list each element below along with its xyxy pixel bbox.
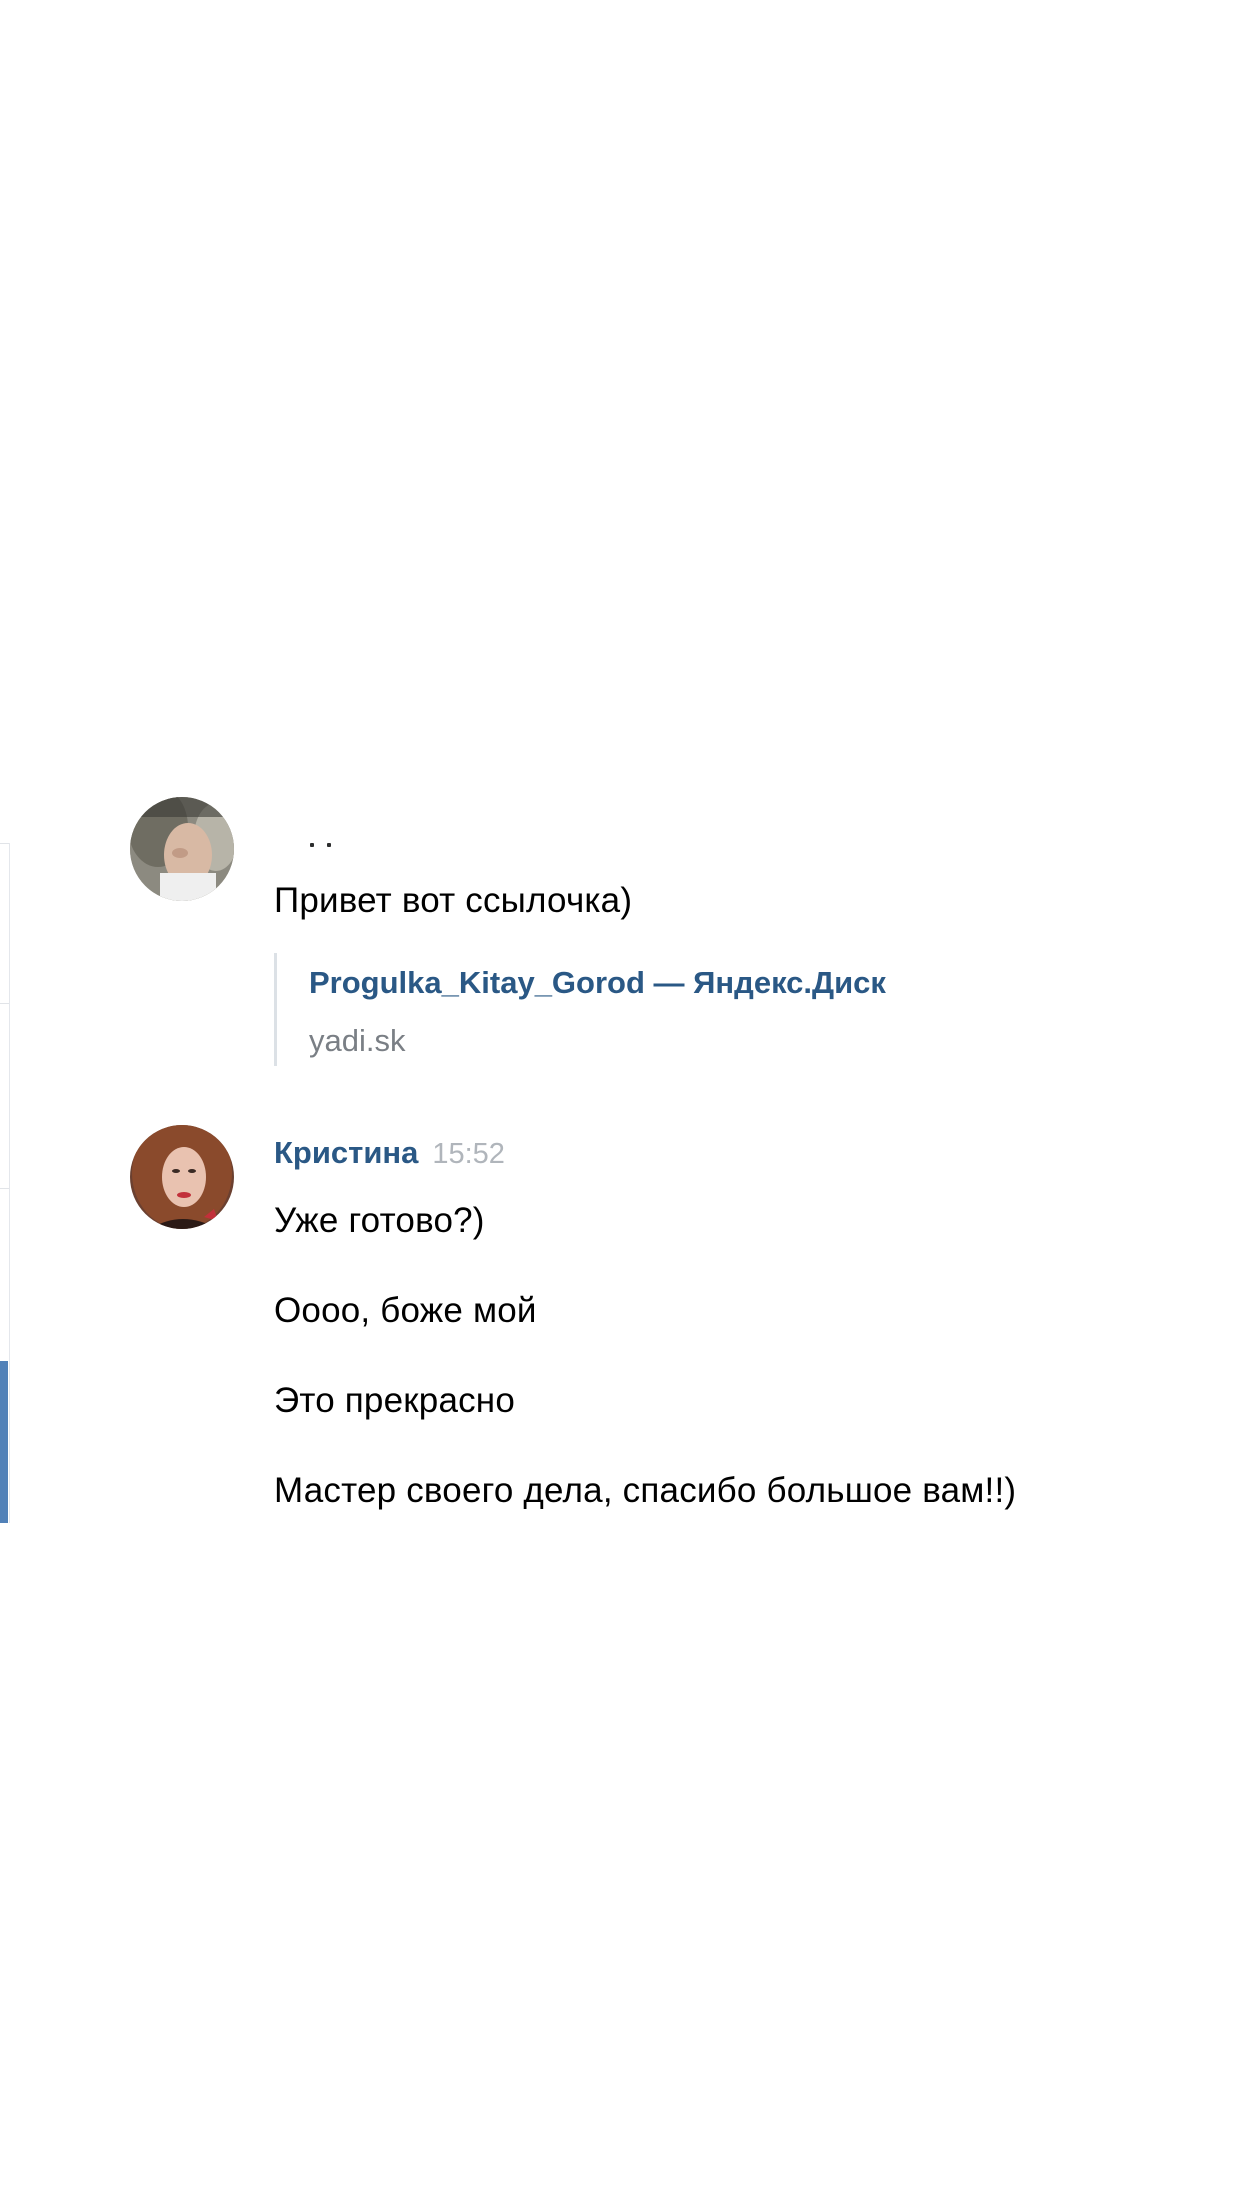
message-text: Привет вот ссылочка) (274, 881, 633, 920)
divider (0, 1003, 9, 1004)
avatar[interactable] (130, 1125, 234, 1229)
message-text: Уже готово?) (274, 1201, 485, 1240)
author-name[interactable]: Кристина (274, 1135, 418, 1170)
left-sidebar-edge (0, 843, 10, 1523)
message-time[interactable]: 15:52 (432, 1138, 505, 1170)
chat-history: Привет вот ссылочка) Progulka_Kitay_Goro… (0, 797, 1242, 1523)
active-item-marker (0, 1361, 8, 1523)
link-title[interactable]: Progulka_Kitay_Gorod — Яндекс.Диск (309, 965, 886, 1001)
link-host: yadi.sk (309, 1023, 406, 1058)
divider (0, 843, 9, 844)
message-text: Это прекрасно (274, 1381, 516, 1420)
cropped-text-fragment (310, 843, 340, 851)
avatar[interactable] (130, 797, 234, 901)
avatar-photo (130, 797, 234, 901)
link-attachment[interactable]: Progulka_Kitay_Gorod — Яндекс.Диск yadi.… (274, 953, 977, 1066)
avatar-photo (130, 1125, 234, 1229)
message-text: Оооо, боже мой (274, 1291, 537, 1330)
message-header: Кристина 15:52 (274, 1135, 505, 1171)
message-text: Мастер своего дела, спасибо большое вам!… (274, 1471, 1017, 1510)
divider (0, 1188, 9, 1189)
